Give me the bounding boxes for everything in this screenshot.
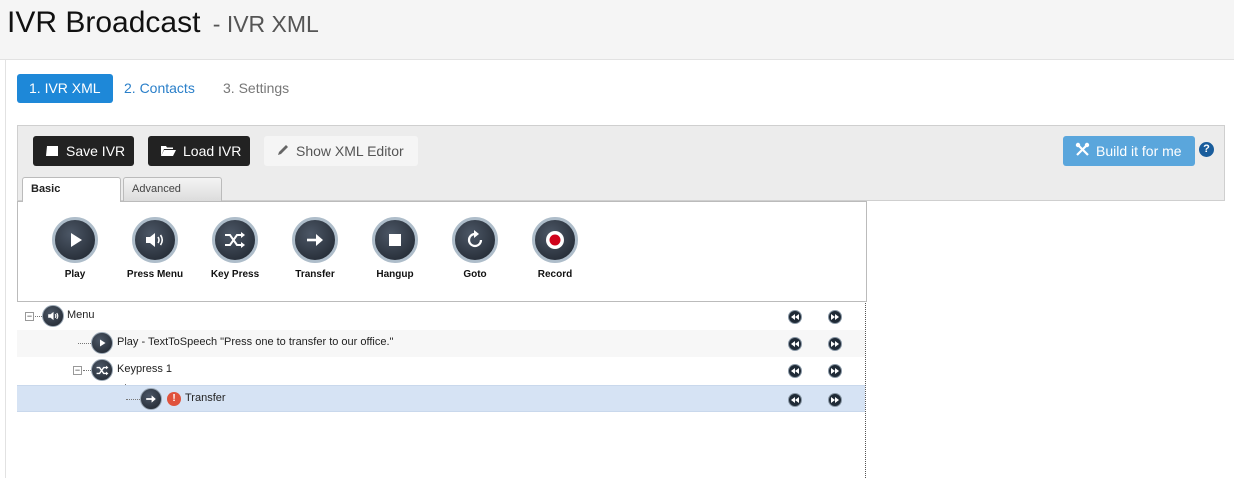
palette-label: Key Press — [210, 269, 260, 280]
page-subtitle: - IVR XML — [212, 11, 319, 37]
tree-connector — [35, 316, 42, 317]
arrow-right-icon — [140, 388, 162, 410]
move-down-button[interactable] — [828, 393, 842, 407]
tree-divider — [865, 303, 866, 478]
palette-label: Transfer — [295, 269, 335, 280]
move-down-button[interactable] — [828, 364, 842, 378]
palette-label: Goto — [463, 269, 487, 280]
shuffle-icon — [91, 359, 113, 381]
tree-connector — [78, 343, 91, 344]
speaker-icon — [42, 305, 64, 327]
palette-label: Hangup — [376, 269, 414, 280]
tree-node-label: Play - TextToSpeech "Press one to transf… — [117, 336, 394, 348]
build-it-for-me-button[interactable]: Build it for me — [1063, 136, 1195, 166]
palette-hangup[interactable]: Hangup — [355, 217, 435, 280]
collapse-toggle[interactable]: − — [73, 366, 82, 375]
palette-label: Play — [64, 269, 86, 280]
page-title-text: IVR Broadcast — [7, 6, 201, 39]
show-xml-editor-label: Show XML Editor — [296, 143, 404, 159]
tree-row-keypress[interactable]: − Keypress 1 — [17, 357, 865, 384]
load-ivr-button[interactable]: Load IVR — [148, 136, 250, 166]
stop-icon — [372, 217, 418, 263]
move-up-button[interactable] — [788, 393, 802, 407]
move-down-button[interactable] — [828, 337, 842, 351]
tab-ivr-xml[interactable]: 1. IVR XML — [17, 74, 113, 103]
palette-press-menu[interactable]: Press Menu — [115, 217, 195, 280]
page-header: IVR Broadcast - IVR XML — [0, 0, 1234, 60]
palette-transfer[interactable]: Transfer — [275, 217, 355, 280]
tab-advanced[interactable]: Advanced — [123, 177, 222, 201]
tab-contacts[interactable]: 2. Contacts — [112, 74, 207, 103]
tree-row-menu[interactable]: − Menu — [17, 303, 865, 330]
load-ivr-label: Load IVR — [183, 143, 242, 159]
refresh-icon — [452, 217, 498, 263]
build-it-for-me-label: Build it for me — [1096, 143, 1182, 159]
record-icon — [532, 217, 578, 263]
move-up-button[interactable] — [788, 364, 802, 378]
warning-icon: ! — [167, 392, 181, 406]
help-icon[interactable]: ? — [1199, 142, 1214, 157]
move-up-button[interactable] — [788, 337, 802, 351]
show-xml-editor-button[interactable]: Show XML Editor — [264, 136, 418, 166]
save-ivr-label: Save IVR — [66, 143, 126, 159]
tree-connector — [126, 399, 140, 400]
arrow-right-icon — [292, 217, 338, 263]
ivr-tree: − Menu Play - TextToSpeech "Press one to… — [17, 303, 865, 478]
palette-goto[interactable]: Goto — [435, 217, 515, 280]
collapse-toggle[interactable]: − — [25, 312, 34, 321]
palette-play[interactable]: Play — [35, 217, 115, 280]
folder-open-icon — [160, 137, 177, 167]
palette-record[interactable]: Record — [515, 217, 595, 280]
tab-basic[interactable]: Basic — [22, 177, 121, 202]
move-down-button[interactable] — [828, 310, 842, 324]
shuffle-icon — [212, 217, 258, 263]
tree-node-label: Keypress 1 — [117, 363, 173, 375]
play-icon — [91, 332, 113, 354]
tree-connector — [83, 370, 91, 371]
tools-icon — [1075, 137, 1090, 167]
palette-key-press[interactable]: Key Press — [195, 217, 275, 280]
save-ivr-button[interactable]: Save IVR — [33, 136, 134, 166]
play-icon — [52, 217, 98, 263]
move-up-button[interactable] — [788, 310, 802, 324]
tree-row-transfer[interactable]: ! Transfer — [17, 385, 865, 412]
page-title: IVR Broadcast - IVR XML — [7, 6, 319, 40]
pencil-icon — [276, 137, 290, 167]
palette-label: Press Menu — [126, 269, 184, 280]
speaker-icon — [132, 217, 178, 263]
tree-row-play[interactable]: Play - TextToSpeech "Press one to transf… — [17, 330, 865, 357]
save-icon — [45, 137, 60, 167]
palette-label: Record — [537, 269, 573, 280]
tree-node-label: Menu — [67, 309, 95, 321]
tab-settings[interactable]: 3. Settings — [211, 74, 301, 103]
ivr-palette: Play Press Menu Key Press Transfer Hangu… — [17, 201, 867, 302]
tree-node-label: Transfer — [185, 392, 226, 404]
